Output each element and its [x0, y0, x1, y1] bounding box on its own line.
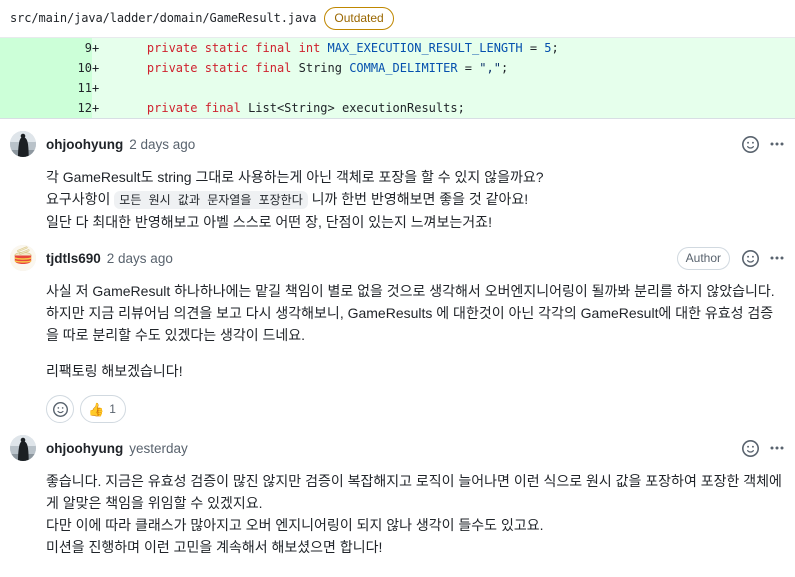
avatar[interactable]	[10, 435, 36, 461]
comment-body: 각 GameResult도 string 그대로 사용하는게 아닌 객체로 포장…	[10, 157, 785, 233]
diff-line-marker: +	[92, 58, 118, 78]
reactions-bar: 👍 1	[10, 382, 785, 423]
comment-header: ohjoohyung yesterday	[10, 435, 785, 461]
diff-line-code: private final List<String> executionResu…	[118, 98, 795, 118]
diff-line-marker: +	[92, 38, 118, 58]
file-header: src/main/java/ladder/domain/GameResult.j…	[0, 0, 795, 37]
comment-body: 사실 저 GameResult 하나하나에는 맡길 책임이 별로 없을 것으로 …	[10, 271, 785, 382]
diff-line-marker: +	[92, 98, 118, 118]
avatar[interactable]	[10, 245, 36, 271]
comment-author[interactable]: tjdtls690	[46, 251, 101, 266]
diff-line-number[interactable]: 10	[0, 58, 92, 78]
review-comment: ohjoohyung 2 days ago 각 GameResult도 string…	[10, 119, 785, 233]
comment-paragraph: 각 GameResult도 string 그대로 사용하는게 아닌 객체로 포장…	[46, 169, 544, 230]
comment-header: tjdtls690 2 days ago Author	[10, 245, 785, 271]
smiley-icon[interactable]	[742, 135, 759, 153]
kebab-horizontal-icon[interactable]	[769, 250, 785, 266]
diff-line-code	[118, 78, 795, 98]
diff-line-number[interactable]: 11	[0, 78, 92, 98]
diff-line-marker: +	[92, 78, 118, 98]
diff-line: 12 + private final List<String> execution…	[0, 98, 795, 118]
diff-line: 9 + private static final int MAX_EXECUTIO…	[0, 38, 795, 58]
add-reaction-button[interactable]	[46, 395, 74, 423]
reaction-button[interactable]: 👍 1	[80, 395, 126, 423]
diff-container: 9 + private static final int MAX_EXECUTIO…	[0, 37, 795, 119]
review-comment: ohjoohyung yesterday 좋습니다. 지금은 유효성 검증이 많진 …	[10, 423, 785, 558]
comment-timestamp[interactable]: 2 days ago	[107, 251, 173, 266]
smiley-icon[interactable]	[742, 249, 759, 267]
pr-review-thread: src/main/java/ladder/domain/GameResult.j…	[0, 0, 795, 577]
comment-actions: Author	[676, 245, 785, 271]
comment-actions	[742, 131, 785, 157]
inline-code: 모든 원시 값과 문자열을 포장한다	[114, 191, 308, 209]
diff-table: 9 + private static final int MAX_EXECUTIO…	[0, 38, 795, 118]
comment-timestamp[interactable]: yesterday	[129, 441, 188, 456]
avatar[interactable]	[10, 131, 36, 157]
comment-body: 좋습니다. 지금은 유효성 검증이 많진 않지만 검증이 복잡해지고 로직이 늘…	[10, 461, 785, 558]
review-comment: tjdtls690 2 days ago Author 사실 저 GameResult…	[10, 233, 785, 423]
comments-list: ohjoohyung 2 days ago 각 GameResult도 string…	[0, 119, 795, 558]
diff-line: 10 + private static final String COMMA_DE…	[0, 58, 795, 78]
kebab-horizontal-icon[interactable]	[769, 440, 785, 456]
diff-line-number[interactable]: 9	[0, 38, 92, 58]
comment-paragraph: 좋습니다. 지금은 유효성 검증이 많진 않지만 검증이 복잡해지고 로직이 늘…	[46, 473, 782, 555]
comment-paragraph: 리팩토링 해보겠습니다!	[46, 363, 183, 379]
comment-header: ohjoohyung 2 days ago	[10, 131, 785, 157]
comment-paragraph: 사실 저 GameResult 하나하나에는 맡길 책임이 별로 없을 것으로 …	[46, 283, 775, 343]
comment-author[interactable]: ohjoohyung	[46, 441, 123, 456]
outdated-badge: Outdated	[324, 6, 394, 30]
diff-line-code: private static final int MAX_EXECUTION_R…	[118, 38, 795, 58]
file-path[interactable]: src/main/java/ladder/domain/GameResult.j…	[10, 11, 316, 25]
comment-timestamp[interactable]: 2 days ago	[129, 137, 195, 152]
diff-line-number[interactable]: 12	[0, 98, 92, 118]
reaction-count: 1	[109, 402, 116, 416]
kebab-horizontal-icon[interactable]	[769, 136, 785, 152]
thumbs-up-icon: 👍	[88, 401, 105, 417]
comment-author[interactable]: ohjoohyung	[46, 137, 123, 152]
smiley-icon[interactable]	[742, 439, 759, 457]
diff-line: 11 +	[0, 78, 795, 98]
diff-line-code: private static final String COMMA_DELIMI…	[118, 58, 795, 78]
author-badge: Author	[676, 246, 730, 270]
comment-actions	[742, 435, 785, 461]
